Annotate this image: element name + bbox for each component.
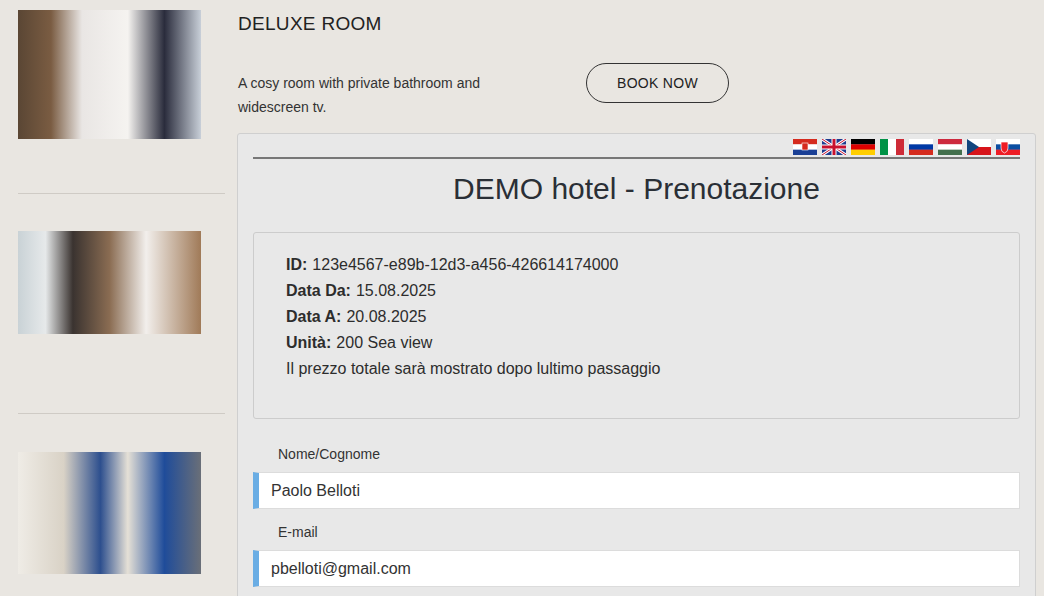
summary-label: ID:: [286, 256, 307, 273]
booking-form: Nome/Cognome E-mail: [253, 419, 1020, 587]
summary-value: 123e4567-e89b-12d3-a456-426614174000: [312, 256, 618, 273]
room-description: A cosy room with private bathroom and wi…: [238, 71, 518, 119]
room-content: DELUXE ROOM A cosy room with private bath…: [237, 0, 1036, 596]
book-now-button[interactable]: BOOK NOW: [586, 63, 729, 103]
slovak-flag-icon[interactable]: [996, 139, 1020, 155]
summary-value: 200 Sea view: [336, 334, 432, 351]
room-photo[interactable]: [18, 452, 201, 574]
field-label: Nome/Cognome: [253, 445, 1020, 463]
summary-label: Unità:: [286, 334, 331, 351]
text-input[interactable]: [253, 550, 1020, 587]
summary-value: 20.08.2025: [346, 308, 426, 325]
croatian-flag-icon[interactable]: [793, 139, 817, 155]
room-gallery: [18, 0, 225, 596]
room-summary: A cosy room with private bathroom and wi…: [238, 63, 1036, 119]
text-input[interactable]: [253, 472, 1020, 509]
hungarian-flag-icon[interactable]: [938, 139, 962, 155]
summary-row: Unità: 200 Sea view: [286, 330, 987, 356]
price-note: Il prezzo totale sarà mostrato dopo lult…: [286, 356, 987, 382]
booking-panel: DEMO hotel - Prenotazione ID: 123e4567-e89…: [237, 133, 1036, 596]
divider: [253, 157, 1020, 159]
room-header: DELUXE ROOM A cosy room with private bath…: [237, 0, 1036, 133]
german-flag-icon[interactable]: [851, 139, 875, 155]
separator: [18, 193, 225, 194]
summary-row: Data A: 20.08.2025: [286, 304, 987, 330]
summary-row: ID: 123e4567-e89b-12d3-a456-426614174000: [286, 252, 987, 278]
room-photo[interactable]: [18, 10, 201, 139]
room-photo[interactable]: [18, 231, 201, 334]
italian-flag-icon[interactable]: [880, 139, 904, 155]
booking-summary: ID: 123e4567-e89b-12d3-a456-426614174000 D…: [253, 232, 1020, 419]
russian-flag-icon[interactable]: [909, 139, 933, 155]
separator: [18, 413, 225, 414]
summary-label: Data Da:: [286, 282, 351, 299]
summary-row: Data Da: 15.08.2025: [286, 278, 987, 304]
booking-title: DEMO hotel - Prenotazione: [253, 171, 1020, 207]
room-title: DELUXE ROOM: [238, 13, 1036, 35]
form-field: E-mail: [253, 509, 1020, 587]
language-bar: [253, 134, 1020, 156]
czech-flag-icon[interactable]: [967, 139, 991, 155]
field-label: E-mail: [253, 523, 1020, 541]
summary-value: 15.08.2025: [356, 282, 436, 299]
summary-label: Data A:: [286, 308, 341, 325]
form-field: Nome/Cognome: [253, 419, 1020, 509]
british-flag-icon[interactable]: [822, 139, 846, 155]
